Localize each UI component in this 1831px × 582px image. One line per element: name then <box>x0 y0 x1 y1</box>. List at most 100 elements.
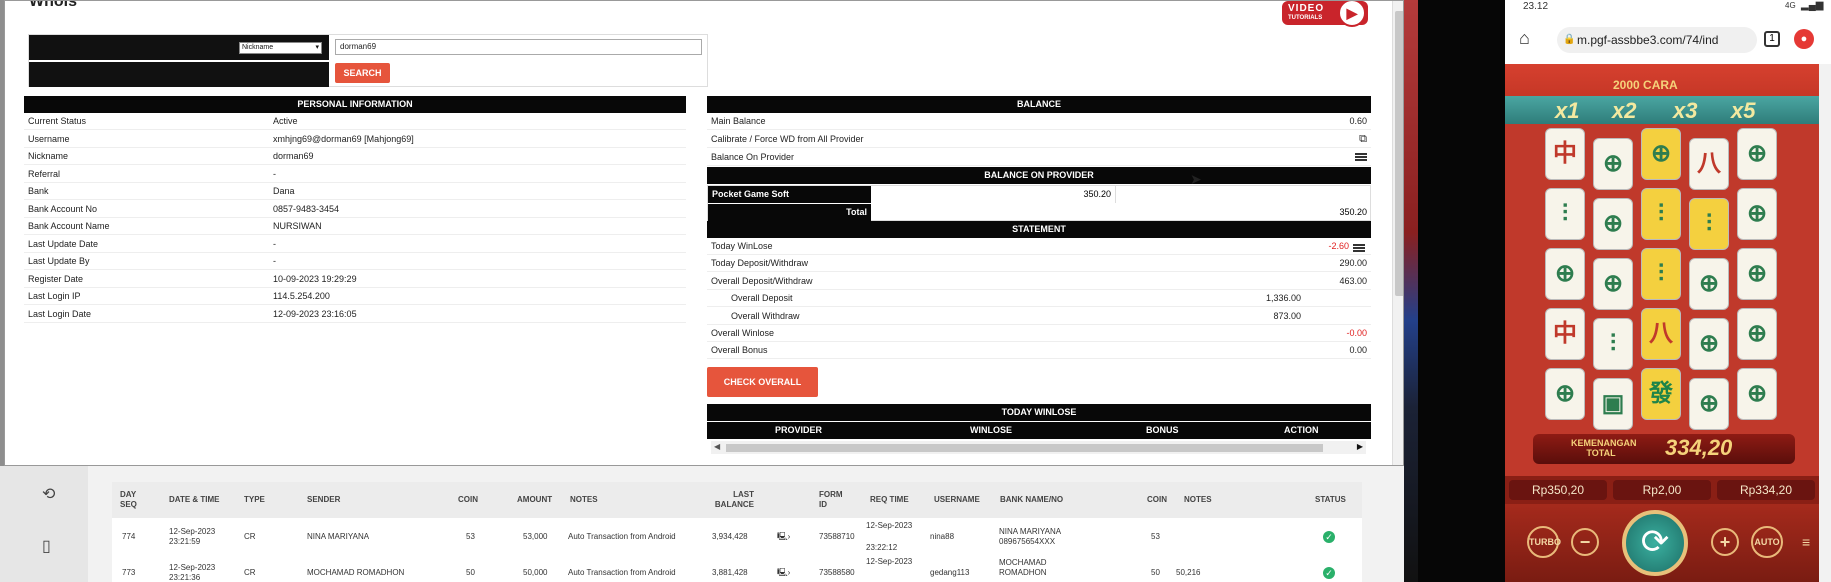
cell-amount: 50,000 <box>523 568 548 577</box>
reel-tile: ⊕ <box>1737 248 1777 300</box>
status-time: 23.12 <box>1523 1 1549 12</box>
background-divider <box>1418 0 1505 582</box>
cell-date: 12-Sep-2023 <box>169 527 216 536</box>
main-balance-value: 0.60 <box>1349 116 1367 126</box>
reel-tile: ⊕ <box>1641 128 1681 180</box>
check-icon: ✓ <box>1323 567 1335 579</box>
statement-row: Overall Deposit 1,336.00 <box>707 290 1371 308</box>
reel-tile: ⊕ <box>1593 138 1633 190</box>
scroll-right-icon[interactable]: ▶ <box>1357 442 1363 451</box>
cell-bank-no: 089675654XXX <box>999 537 1056 546</box>
reel-tile: ⊕ <box>1737 308 1777 360</box>
search-button[interactable]: SEARCH <box>335 63 390 83</box>
col-sender: SENDER <box>307 495 341 504</box>
personal-info-row: Nickname dorman69 <box>24 148 686 165</box>
check-overall-button[interactable]: CHECK OVERALL <box>707 367 818 397</box>
personal-info-label: Referral <box>28 168 61 179</box>
home-icon[interactable]: ⌂ <box>1519 28 1530 49</box>
reel-tile: ⫶ <box>1641 248 1681 300</box>
play-icon: ▶ <box>1338 1 1366 27</box>
turbo-button[interactable]: TURBO <box>1527 526 1561 558</box>
monitor-icon[interactable]: 🖳› <box>777 532 790 542</box>
statement-value: 873.00 <box>1273 310 1301 321</box>
cell-type: CR <box>244 532 256 541</box>
search-field-value: Nickname <box>242 44 274 51</box>
search-label-bar: Nickname ▾ <box>29 35 329 60</box>
book-icon[interactable]: ▯ <box>42 536 51 556</box>
search-field-select[interactable]: Nickname ▾ <box>239 42 322 54</box>
personal-info-value: - <box>273 238 276 249</box>
reel-tile: ⊕ <box>1689 318 1729 370</box>
col-notes2: NOTES <box>1184 495 1212 504</box>
modal-scrollbar-thumb[interactable] <box>1395 11 1403 296</box>
modal-title: Whois <box>29 0 77 10</box>
scroll-left-icon[interactable]: ◀ <box>714 442 720 451</box>
slot-game[interactable]: 2000 CARA x1 x2 x3 x5 中 ⊕ ⊕ 八 ⊕ ⫶ ⊕ ⫶ ⫶ ⊕ ⊕ ⊕ ⫶ ⊕ ⊕ 中 ⫶ 八… <box>1505 64 1819 582</box>
multiplier-x3: x3 <box>1673 98 1698 123</box>
reel-tile: ▣ <box>1593 378 1633 430</box>
reel-tile: ⊕ <box>1593 198 1633 250</box>
reel-tile: 中 <box>1545 128 1585 180</box>
balance-on-provider-label: Balance On Provider <box>711 152 795 162</box>
scrollbar-thumb[interactable] <box>726 444 1323 452</box>
cell-date: 12-Sep-2023 <box>169 563 216 572</box>
whois-modal: Whois VIDEO TUTORIALS ▶ Nickname ▾ dorman… <box>4 0 1404 466</box>
search-panel: Nickname ▾ dorman69 SEARCH <box>28 34 708 87</box>
personal-info-label: Username <box>28 133 70 144</box>
statement-label: Overall Deposit/Withdraw <box>711 275 813 286</box>
balance-on-provider-header: BALANCE ON PROVIDER <box>707 167 1371 184</box>
phone-status-bar: 23.12 4G ▂▄▆ <box>1505 0 1831 16</box>
extension-icon[interactable]: ● <box>1794 29 1814 49</box>
personal-info-value: 12-09-2023 23:16:05 <box>273 308 357 319</box>
personal-info-row: Last Login IP 114.5.254.200 <box>24 288 686 305</box>
balance-on-provider-row: Balance On Provider <box>707 149 1371 166</box>
statement-row: Today Deposit/Withdraw 290.00 <box>707 255 1371 273</box>
cell-coin2: 50 <box>1151 568 1160 577</box>
cell-seq: 773 <box>122 568 136 577</box>
statement-value: -2.60 <box>1328 241 1349 251</box>
personal-info-row: Username xmhjng69@dorman69 [Mahjong69] <box>24 131 686 148</box>
personal-info-value: Dana <box>273 186 295 196</box>
phone-scrollbar[interactable] <box>1819 64 1831 582</box>
reel-tile: ⊕ <box>1593 258 1633 310</box>
personal-info-label: Last Login Date <box>28 308 92 319</box>
turbo-label: TURBO <box>1529 537 1561 547</box>
minus-button[interactable]: − <box>1571 528 1599 556</box>
reel-tile: ⫶ <box>1545 188 1585 240</box>
cell-notes: Auto Transaction from Android <box>568 532 676 541</box>
url-bar[interactable]: 🔒 m.pgf-assbbe3.com/74/ind <box>1557 27 1757 53</box>
list-icon[interactable] <box>1355 153 1367 162</box>
horizontal-scrollbar[interactable]: ◀ ▶ <box>711 441 1366 454</box>
personal-info-label: Last Update Date <box>28 238 99 249</box>
col-notes: NOTES <box>570 495 598 504</box>
personal-info-value: 114.5.254.200 <box>273 291 330 301</box>
cell-req-date: 12-Sep-2023 <box>866 557 913 566</box>
monitor-icon[interactable]: 🖳› <box>777 568 790 578</box>
video-tutorials-logo[interactable]: VIDEO TUTORIALS ▶ <box>1282 1 1368 27</box>
personal-info-row: Bank Dana <box>24 183 686 200</box>
multiplier-x2: x2 <box>1612 98 1637 123</box>
mouse-cursor-icon: ➤ <box>1190 171 1202 187</box>
personal-info-row: Bank Account Name NURSIWAN <box>24 218 686 235</box>
history-icon[interactable]: ⟲ <box>42 484 55 504</box>
reel-tile: ⊕ <box>1689 378 1729 430</box>
provider-name: Pocket Game Soft <box>708 186 871 203</box>
screen: ⟲ ▯ DAY SEQ DATE & TIME TYPE SENDER COIN… <box>0 0 1831 582</box>
total-win-label: KEMENANGAN TOTAL <box>1571 438 1637 458</box>
search-input[interactable]: dorman69 <box>335 39 702 55</box>
list-icon[interactable] <box>1353 244 1365 253</box>
col-bonus: BONUS <box>1146 425 1179 435</box>
plus-button[interactable]: + <box>1711 528 1739 556</box>
col-action: ACTION <box>1284 425 1319 435</box>
external-link-icon[interactable]: ⧉ <box>1359 131 1367 148</box>
statement-value: -0.00 <box>1346 328 1367 338</box>
tab-count-button[interactable]: 1 <box>1764 31 1780 47</box>
signal-icon: ▂▄▆ <box>1801 0 1824 11</box>
modal-scrollbar[interactable] <box>1392 1 1403 465</box>
spin-button[interactable]: ⟳ <box>1622 510 1688 576</box>
personal-info-label: Register Date <box>28 273 84 284</box>
menu-icon[interactable]: ≡ <box>1802 534 1810 550</box>
auto-button[interactable]: AUTO <box>1751 526 1783 558</box>
cell-coin2: 53 <box>1151 532 1160 541</box>
col-coin: COIN <box>458 495 478 504</box>
